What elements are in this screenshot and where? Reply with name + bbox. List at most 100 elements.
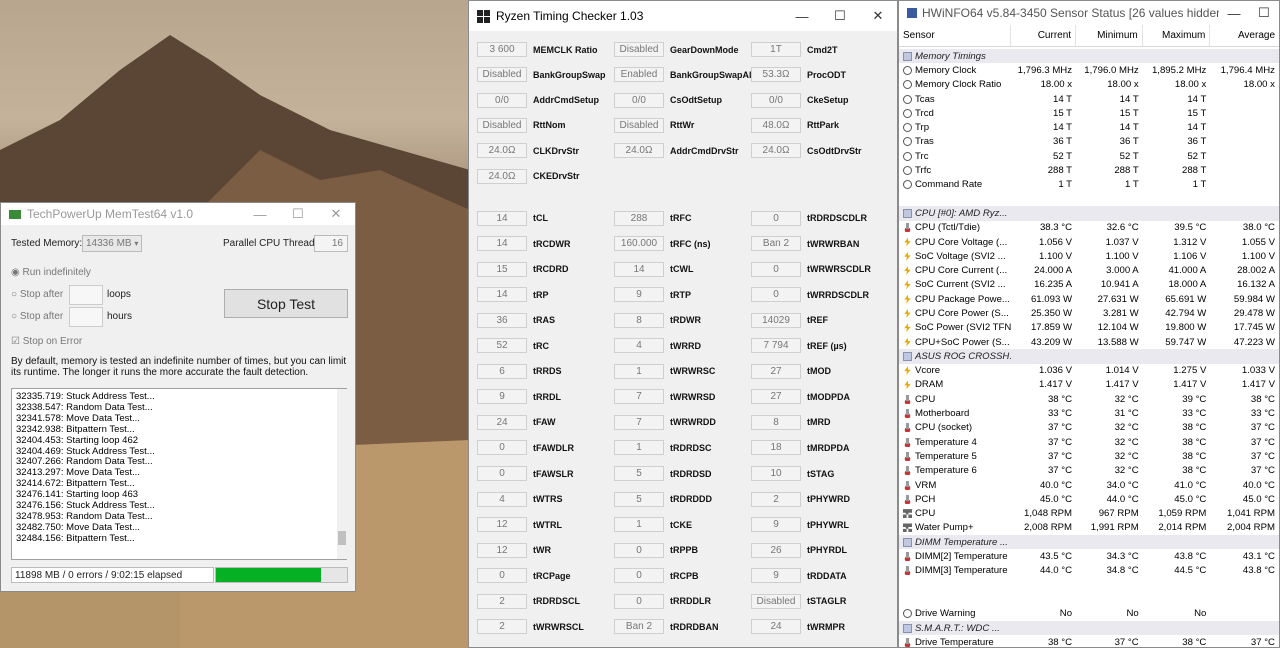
maximize-button[interactable]: ☐ <box>1249 5 1279 21</box>
scrollbar-thumb[interactable] <box>338 531 346 545</box>
sensor-current: 1 T <box>1058 179 1073 191</box>
sensor-row[interactable]: Drive Temperature 38 °C 37 °C 38 °C 37 °C <box>899 635 1279 647</box>
timing-tref: 14029 tREF <box>751 312 828 328</box>
sensor-row[interactable]: CPU (Tctl/Tdie) 38.3 °C 32.6 °C 39.5 °C 38.0… <box>899 221 1279 235</box>
sensor-row[interactable]: Motherboard 33 °C 31 °C 33 °C 33 °C <box>899 406 1279 420</box>
sensor-row[interactable]: CPU Package Powe... 61.093 W 27.631 W 65.69… <box>899 292 1279 306</box>
sensor-row[interactable]: Trcd 15 T 15 T 15 T <box>899 106 1279 120</box>
sensor-maximum: 288 T <box>1181 165 1207 177</box>
sensor-group-header[interactable]: S.M.A.R.T.: WDC ... <box>899 620 1279 636</box>
sensor-row[interactable]: Vcore 1.036 V 1.014 V 1.275 V 1.033 V <box>899 364 1279 378</box>
sensor-maximum: 1.275 V <box>1173 365 1207 377</box>
sensor-row[interactable]: DIMM[3] Temperature 44.0 °C 34.8 °C 44.5 °C… <box>899 564 1279 578</box>
sensor-row[interactable]: Temperature 5 37 °C 32 °C 38 °C 37 °C <box>899 449 1279 463</box>
lightning-icon <box>904 337 911 347</box>
sensor-name: Temperature 5 <box>915 450 977 462</box>
sensor-minimum: 14 T <box>1119 122 1139 134</box>
timing-trfc-ns: 160.000 tRFC (ns) <box>614 236 711 252</box>
sensor-row[interactable]: Memory Clock Ratio 18.00 x 18.00 x 18.00 x 1… <box>899 78 1279 92</box>
sensor-name: Memory Clock Ratio <box>915 79 1002 91</box>
sensor-row[interactable]: DIMM[2] Temperature 43.5 °C 34.3 °C 43.8 °C… <box>899 549 1279 563</box>
sensor-row[interactable]: Water Pump+ 2,008 RPM 1,991 RPM 2,014 RPM 2,… <box>899 521 1279 535</box>
run-indefinitely-radio[interactable]: ◉ Run indefinitely <box>11 267 91 278</box>
sensor-row[interactable]: CPU (socket) 37 °C 32 °C 38 °C 37 °C <box>899 421 1279 435</box>
sensor-row[interactable]: CPU 1,048 RPM 967 RPM 1,059 RPM 1,041 RPM <box>899 507 1279 521</box>
threads-field[interactable]: 16 <box>314 235 348 252</box>
log-scrollbar[interactable] <box>337 389 347 559</box>
sensor-current: 37 °C <box>1047 450 1073 462</box>
sensor-row[interactable]: CPU Core Voltage (... 1.056 V 1.037 V 1.312… <box>899 235 1279 249</box>
sensor-maximum: 38 °C <box>1182 436 1207 448</box>
sensor-minimum: 44.0 °C <box>1106 493 1139 505</box>
hours-input[interactable] <box>69 307 103 327</box>
lightning-icon <box>904 280 911 290</box>
tested-memory-select[interactable]: 14336 MB ▾ <box>82 235 142 252</box>
sensor-group-header[interactable]: DIMM Temperature ... <box>899 535 1279 550</box>
sensor-row[interactable]: CPU Core Current (... 24.000 A 3.000 A 41.0… <box>899 263 1279 277</box>
timing-label: tRDRDSCDLR <box>807 213 867 223</box>
sensor-row[interactable]: VRM 40.0 °C 34.0 °C 41.0 °C 40.0 °C <box>899 478 1279 492</box>
stop-on-error-checkbox[interactable]: ☑ Stop on Error <box>11 336 82 347</box>
sensor-row[interactable]: Temperature 6 37 °C 32 °C 38 °C 37 °C <box>899 464 1279 478</box>
sensor-row[interactable]: CPU 38 °C 32 °C 39 °C 38 °C <box>899 392 1279 406</box>
sensor-maximum: 39 °C <box>1182 393 1207 405</box>
sensor-name-cell: DIMM Temperature ... <box>899 537 1012 548</box>
stop-after-loops-radio[interactable]: ○ Stop after <box>11 289 63 300</box>
timing-value: 7 <box>614 414 664 430</box>
timing-value: 14029 <box>751 312 801 328</box>
timing-value: 2 <box>477 619 527 635</box>
sensor-row[interactable]: Tcas 14 T 14 T 14 T <box>899 92 1279 106</box>
minimize-button[interactable]: — <box>1219 6 1249 21</box>
thermometer-icon <box>903 409 912 419</box>
sensor-row[interactable]: CPU Core Power (S... 25.350 W 3.281 W 42.79… <box>899 306 1279 320</box>
timing-value: 7 <box>614 389 664 405</box>
sensor-minimum: 18.00 x <box>1107 79 1139 91</box>
sensor-group-header[interactable]: Memory Timings <box>899 49 1279 64</box>
stop-test-button[interactable]: Stop Test <box>224 289 348 318</box>
sensor-row[interactable]: CPU+SoC Power (S... 43.209 W 13.588 W 59.74… <box>899 335 1279 349</box>
sensor-minimum: 15 T <box>1119 107 1139 119</box>
loops-input[interactable] <box>69 285 103 305</box>
sensor-current: 18.00 x <box>1040 79 1073 91</box>
sensor-row[interactable]: Tras 36 T 36 T 36 T <box>899 135 1279 149</box>
col-current[interactable]: Current <box>1011 25 1077 46</box>
sensor-row[interactable]: Drive Warning No No No <box>899 607 1279 621</box>
sensor-minimum: 36 T <box>1119 136 1139 148</box>
sensor-row[interactable]: Trfc 288 T 288 T 288 T <box>899 163 1279 177</box>
stop-after-hours-radio[interactable]: ○ Stop after <box>11 311 63 322</box>
sensor-row[interactable]: SoC Power (SVI2 TFN) 17.859 W 12.104 W 19.8… <box>899 321 1279 335</box>
sensor-average: 40.0 °C <box>1242 479 1275 491</box>
sensor-minimum: 12.104 W <box>1097 322 1139 334</box>
sensor-row[interactable]: PCH 45.0 °C 44.0 °C 45.0 °C 45.0 °C <box>899 492 1279 506</box>
sensor-minimum: 32 °C <box>1114 465 1139 477</box>
sensor-minimum: No <box>1126 608 1139 620</box>
minimize-button[interactable]: — <box>241 207 279 222</box>
sensor-row[interactable]: Command Rate 1 T 1 T 1 T <box>899 178 1279 192</box>
sensor-group-header[interactable]: CPU [#0]: AMD Ryz... <box>899 206 1279 221</box>
col-maximum[interactable]: Maximum <box>1143 25 1211 46</box>
sensor-row[interactable]: Memory Clock 1,796.3 MHz 1,796.0 MHz 1,895.… <box>899 63 1279 77</box>
sensor-row[interactable]: Trp 14 T 14 T 14 T <box>899 120 1279 134</box>
maximize-button[interactable]: ☐ <box>279 206 317 222</box>
timing-label: tMODPDA <box>807 391 850 402</box>
sensor-row[interactable]: SoC Current (SVI2 ... 16.235 A 10.941 A 18.… <box>899 278 1279 292</box>
maximize-button[interactable]: ☐ <box>821 8 859 24</box>
thermometer-icon <box>903 394 912 404</box>
sensor-row[interactable]: SoC Voltage (SVI2 ... 1.100 V 1.100 V 1.106… <box>899 249 1279 263</box>
col-sensor[interactable]: Sensor <box>899 25 1012 46</box>
spacer-row <box>899 578 1279 592</box>
close-button[interactable]: ✕ <box>317 206 355 222</box>
sensor-group-header[interactable]: ASUS ROG CROSSH... <box>899 349 1279 364</box>
sensor-row[interactable]: DRAM 1.417 V 1.417 V 1.417 V 1.417 V <box>899 378 1279 392</box>
thermometer-icon <box>903 223 912 233</box>
sensor-row[interactable]: Trc 52 T 52 T 52 T <box>899 149 1279 163</box>
col-minimum[interactable]: Minimum <box>1076 25 1143 46</box>
sensor-maximum: 1,895.2 MHz <box>1151 64 1207 76</box>
close-button[interactable]: ✕ <box>859 8 897 24</box>
sensor-row[interactable]: Temperature 4 37 °C 32 °C 38 °C 37 °C <box>899 435 1279 449</box>
col-average[interactable]: Average <box>1210 25 1279 46</box>
sensor-maximum: 1,059 RPM <box>1158 508 1207 520</box>
minimize-button[interactable]: — <box>783 9 821 24</box>
sensor-maximum: 18.000 A <box>1168 279 1207 291</box>
timing-label: tWR <box>533 545 551 556</box>
